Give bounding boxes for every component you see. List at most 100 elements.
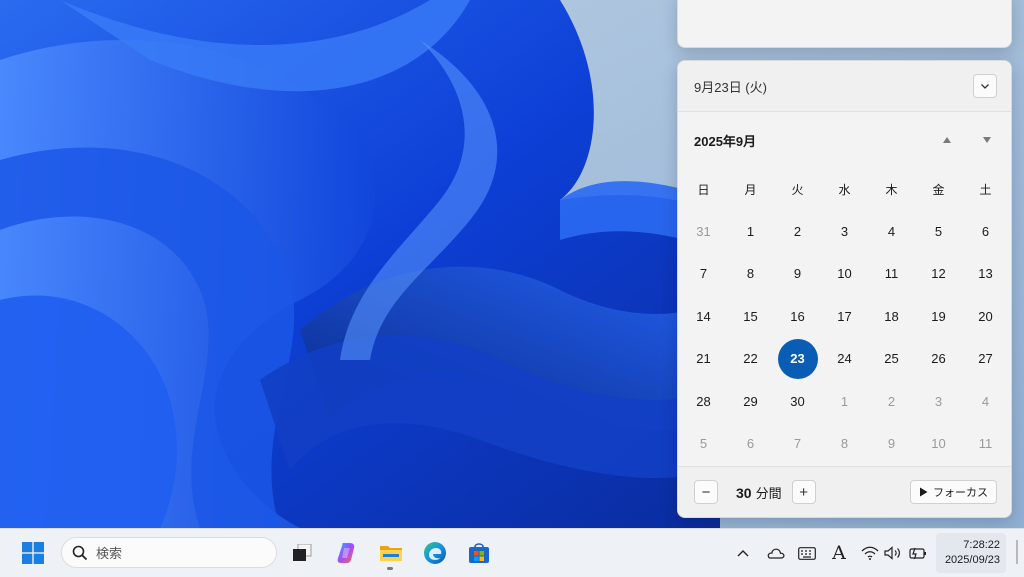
calendar-day[interactable]: 9 xyxy=(868,423,915,466)
volume-icon xyxy=(884,546,900,560)
calendar-day[interactable]: 21 xyxy=(680,338,727,381)
calendar-day[interactable]: 14 xyxy=(680,295,727,338)
edge-icon xyxy=(424,542,446,564)
day-number: 7 xyxy=(793,436,802,452)
battery-icon xyxy=(909,547,926,560)
calendar-day[interactable]: 28 xyxy=(680,380,727,423)
calendar-day[interactable]: 30 xyxy=(774,380,821,423)
day-number: 5 xyxy=(934,223,943,239)
calendar-day[interactable]: 10 xyxy=(821,253,868,296)
next-month-button[interactable] xyxy=(979,132,995,148)
calendar-day-today[interactable]: 23 xyxy=(774,338,821,381)
day-number: 12 xyxy=(931,266,946,282)
touch-keyboard-button[interactable] xyxy=(795,541,819,565)
increase-minutes-button[interactable]: + xyxy=(791,480,816,504)
calendar-day[interactable]: 24 xyxy=(821,338,868,381)
day-number: 9 xyxy=(793,266,802,282)
calendar-day[interactable]: 18 xyxy=(868,295,915,338)
day-number: 3 xyxy=(840,223,849,239)
calendar-day[interactable]: 7 xyxy=(774,423,821,466)
notification-center-panel xyxy=(677,0,1012,48)
calendar-day[interactable]: 12 xyxy=(915,253,962,296)
day-number: 8 xyxy=(746,266,755,282)
calendar-day[interactable]: 27 xyxy=(962,338,1009,381)
focus-minutes-value: 30 xyxy=(736,484,752,501)
start-focus-label: フォーカス xyxy=(933,487,988,499)
calendar-day[interactable]: 8 xyxy=(821,423,868,466)
day-number: 6 xyxy=(746,436,755,452)
day-number: 20 xyxy=(978,308,993,324)
day-number: 1 xyxy=(840,393,849,409)
calendar-day[interactable]: 6 xyxy=(727,423,774,466)
calendar-day[interactable]: 20 xyxy=(962,295,1009,338)
calendar-day[interactable]: 11 xyxy=(868,253,915,296)
calendar-day[interactable]: 29 xyxy=(727,380,774,423)
calendar-day[interactable]: 26 xyxy=(915,338,962,381)
show-hidden-icons-button[interactable] xyxy=(731,541,755,565)
day-number: 25 xyxy=(884,351,899,367)
calendar-day[interactable]: 1 xyxy=(727,210,774,253)
weekday-header: 火 xyxy=(791,182,804,197)
day-number: 2 xyxy=(793,223,802,239)
calendar-day[interactable]: 16 xyxy=(774,295,821,338)
search-icon xyxy=(72,545,88,560)
copilot-button[interactable] xyxy=(331,537,363,569)
day-number: 11 xyxy=(978,436,993,452)
ime-mode-button[interactable]: A xyxy=(827,541,851,565)
battery-button[interactable] xyxy=(906,541,930,565)
volume-button[interactable] xyxy=(881,541,905,565)
store-button[interactable] xyxy=(463,537,495,569)
start-button[interactable] xyxy=(17,537,49,569)
calendar-day[interactable]: 25 xyxy=(868,338,915,381)
calendar-day[interactable]: 11 xyxy=(962,423,1009,466)
day-number: 10 xyxy=(931,436,946,452)
calendar-day[interactable]: 6 xyxy=(962,210,1009,253)
clock-date: 2025/09/23 xyxy=(944,554,1000,566)
task-view-button[interactable] xyxy=(286,537,318,569)
show-desktop-button[interactable] xyxy=(1016,540,1018,564)
calendar-day[interactable]: 7 xyxy=(680,253,727,296)
calendar-day[interactable]: 15 xyxy=(727,295,774,338)
taskbar-clock[interactable]: 7:28:22 2025/09/23 xyxy=(936,533,1006,573)
network-button[interactable] xyxy=(858,541,882,565)
calendar-day[interactable]: 1 xyxy=(821,380,868,423)
calendar-day[interactable]: 4 xyxy=(868,210,915,253)
day-number: 22 xyxy=(743,351,758,367)
focus-session-bar: − 30 分間 + フォーカス xyxy=(678,466,1011,517)
calendar-day[interactable]: 4 xyxy=(962,380,1009,423)
calendar-day[interactable]: 2 xyxy=(868,380,915,423)
calendar-header: 9月23日 (火) xyxy=(678,61,1011,112)
calendar-day[interactable]: 9 xyxy=(774,253,821,296)
calendar-day[interactable]: 2 xyxy=(774,210,821,253)
calendar-day[interactable]: 3 xyxy=(821,210,868,253)
day-number: 17 xyxy=(837,308,852,324)
calendar-day[interactable]: 19 xyxy=(915,295,962,338)
calendar-day[interactable]: 3 xyxy=(915,380,962,423)
start-icon xyxy=(22,542,44,564)
chevron-up-icon xyxy=(737,550,749,557)
start-focus-button[interactable]: フォーカス xyxy=(910,480,997,504)
decrease-minutes-button[interactable]: − xyxy=(694,480,718,504)
day-number: 18 xyxy=(884,308,899,324)
calendar-day[interactable]: 10 xyxy=(915,423,962,466)
onedrive-icon xyxy=(767,548,785,559)
triangle-up-icon xyxy=(943,137,951,143)
onedrive-button[interactable] xyxy=(763,541,787,565)
day-number: 1 xyxy=(746,223,755,239)
calendar-day[interactable]: 8 xyxy=(727,253,774,296)
taskbar: 検索 A 7:28:22 2025/09/23 xyxy=(0,528,1024,577)
file-explorer-button[interactable] xyxy=(375,537,407,569)
calendar-day[interactable]: 5 xyxy=(680,423,727,466)
month-title[interactable]: 2025年9月 xyxy=(694,131,756,150)
previous-month-button[interactable] xyxy=(939,132,955,148)
day-number: 2 xyxy=(887,393,896,409)
calendar-day[interactable]: 13 xyxy=(962,253,1009,296)
calendar-day[interactable]: 17 xyxy=(821,295,868,338)
taskbar-search-box[interactable]: 検索 xyxy=(61,537,277,568)
calendar-day[interactable]: 22 xyxy=(727,338,774,381)
day-number: 6 xyxy=(981,223,990,239)
calendar-day[interactable]: 5 xyxy=(915,210,962,253)
calendar-day[interactable]: 31 xyxy=(680,210,727,253)
collapse-calendar-button[interactable] xyxy=(973,74,997,98)
edge-button[interactable] xyxy=(419,537,451,569)
